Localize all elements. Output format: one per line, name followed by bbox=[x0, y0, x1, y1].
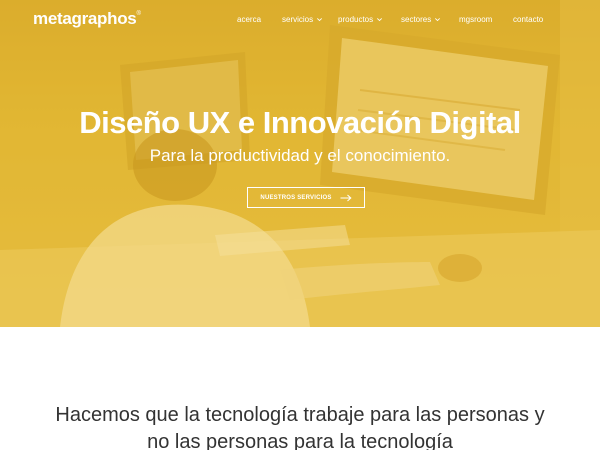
nav-item-label: acerca bbox=[237, 15, 262, 24]
nav-item-acerca[interactable]: acerca bbox=[237, 15, 261, 24]
chevron-down-icon bbox=[377, 18, 383, 22]
nav-item-productos[interactable]: productos bbox=[338, 15, 383, 24]
chevron-down-icon bbox=[435, 18, 441, 22]
arrow-right-icon bbox=[340, 194, 352, 201]
main-nav: acerca servicios productos sectores mgsr… bbox=[0, 15, 600, 29]
nav-item-sectores[interactable]: sectores bbox=[401, 15, 441, 24]
chevron-down-icon bbox=[317, 18, 323, 22]
services-cta-button[interactable]: NUESTROS SERVICIOS bbox=[247, 187, 365, 208]
nav-item-label: contacto bbox=[513, 15, 544, 24]
hero-section: metagraphos® acerca servicios productos … bbox=[0, 0, 600, 327]
nav-item-mgsroom[interactable]: mgsroom bbox=[459, 15, 492, 24]
mission-line-1: Hacemos que la tecnología trabaje para l… bbox=[55, 404, 545, 426]
mission-line-2: no las personas para la tecnología bbox=[147, 431, 453, 450]
nav-item-contacto[interactable]: contacto bbox=[513, 15, 543, 24]
cta-label: NUESTROS SERVICIOS bbox=[260, 194, 332, 201]
hero-subtitle: Para la productividad y el conocimiento. bbox=[149, 146, 451, 165]
nav-item-label: productos bbox=[338, 15, 374, 24]
nav-item-label: sectores bbox=[401, 15, 432, 24]
hero-title: Diseño UX e Innovación Digital bbox=[79, 105, 521, 140]
nav-item-label: mgsroom bbox=[459, 15, 493, 24]
nav-item-label: servicios bbox=[282, 15, 314, 24]
mission-statement: Hacemos que la tecnología trabaje para l… bbox=[0, 402, 600, 450]
nav-item-servicios[interactable]: servicios bbox=[282, 15, 323, 24]
